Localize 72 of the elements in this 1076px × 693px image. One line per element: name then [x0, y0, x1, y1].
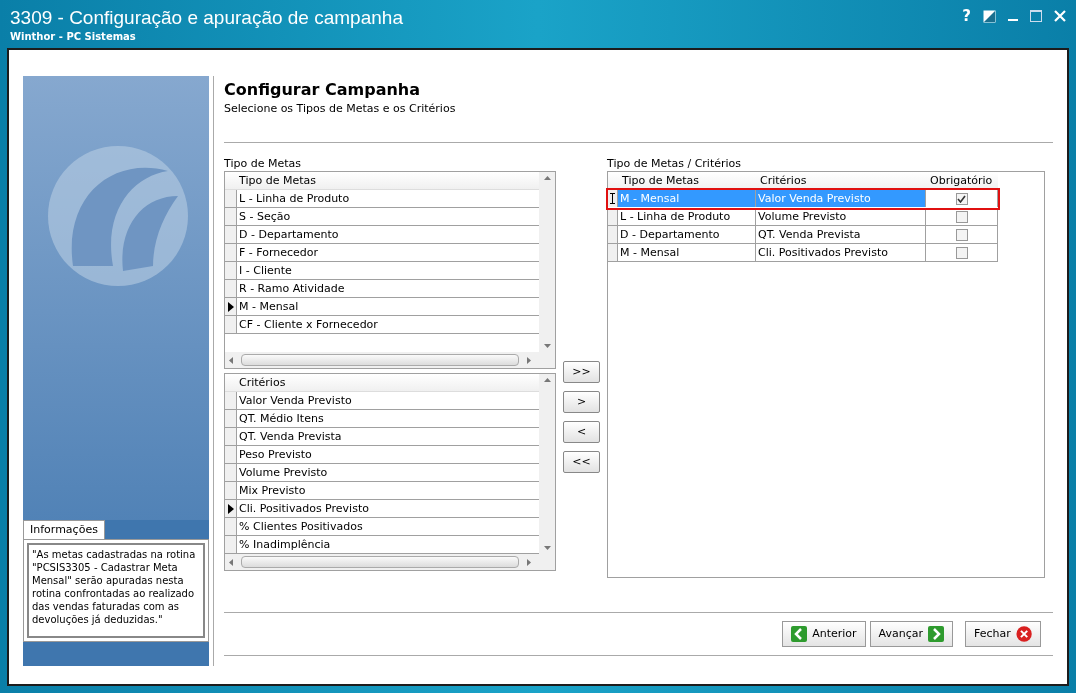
scroll-down-icon[interactable] [543, 344, 551, 348]
list-item[interactable]: QT. Médio Itens [225, 410, 539, 428]
column-header[interactable]: Critérios [237, 374, 288, 391]
section-label: Tipo de Metas [224, 157, 302, 171]
table-cell: M - Mensal [618, 244, 756, 261]
next-button[interactable]: Avançar [869, 621, 953, 647]
row-pointer-icon [227, 301, 234, 312]
scroll-down-icon[interactable] [543, 546, 551, 550]
list-item[interactable]: I - Cliente [225, 262, 539, 280]
scroll-right-icon[interactable] [527, 558, 531, 566]
list-item[interactable]: D - Departamento [225, 226, 539, 244]
scroll-up-icon[interactable] [543, 378, 551, 382]
window-title: 3309 - Configuração e apuração de campanha [10, 6, 403, 30]
move-button[interactable]: > [563, 391, 600, 413]
vertical-scrollbar[interactable] [539, 172, 555, 352]
table-row[interactable]: D - Departamento QT. Venda Prevista [608, 226, 998, 244]
section-label: Tipo de Metas / Critérios [607, 157, 742, 171]
list-item[interactable]: F - Fornecedor [225, 244, 539, 262]
list-item[interactable]: Valor Venda Previsto [225, 392, 539, 410]
table-cell: D - Departamento [618, 226, 756, 243]
close-icon[interactable] [1054, 10, 1066, 22]
info-text: "As metas cadastradas na rotina "PCSIS3305 - Cadastrar Meta Mensal" serão apuradas nesta rotina confrontadas ao realizado das vendas faturadas com as devoluções já deduzidas." [27, 543, 205, 638]
table-cell: L - Linha de Produto [618, 208, 756, 225]
list-item[interactable]: Peso Previsto [225, 446, 539, 464]
list-item[interactable]: QT. Venda Prevista [225, 428, 539, 446]
info-tab[interactable]: Informações [23, 520, 105, 539]
list-item[interactable]: M - Mensal [225, 298, 539, 316]
vertical-scrollbar[interactable] [539, 374, 555, 554]
table-row[interactable]: M - Mensal Cli. Positivados Previsto [608, 244, 998, 262]
scroll-left-icon[interactable] [229, 558, 233, 566]
close-icon [1015, 625, 1032, 643]
move-button[interactable]: < [563, 421, 600, 443]
row-header[interactable] [225, 500, 237, 517]
row-header[interactable] [225, 298, 237, 315]
help-button[interactable]: ? [962, 8, 971, 24]
list-item[interactable]: CF - Cliente x Fornecedor [225, 316, 539, 334]
contrast-icon[interactable] [983, 10, 996, 23]
window-subtitle: Winthor - PC Sistemas [10, 30, 137, 44]
table-cell: M - Mensal [618, 190, 756, 207]
row-pointer-icon [227, 503, 234, 514]
column-header[interactable]: Tipo de Metas [237, 172, 318, 189]
column-header[interactable]: Obrigatório [926, 172, 998, 190]
checkbox[interactable] [955, 192, 968, 205]
checkbox[interactable] [955, 210, 968, 223]
checkbox[interactable] [955, 228, 968, 241]
scroll-right-icon[interactable] [527, 356, 531, 364]
row-header[interactable] [608, 190, 618, 207]
back-button[interactable]: Anterior [782, 621, 866, 647]
list-item[interactable]: Cli. Positivados Previsto [225, 500, 539, 518]
scroll-left-icon[interactable] [229, 356, 233, 364]
column-header[interactable]: Tipo de Metas [618, 172, 756, 190]
close-button[interactable]: Fechar [965, 621, 1041, 647]
list-item[interactable]: Mix Previsto [225, 482, 539, 500]
list-item[interactable]: L - Linha de Produto [225, 190, 539, 208]
maximize-icon[interactable] [1030, 10, 1042, 22]
scrollbar-thumb[interactable] [241, 556, 519, 568]
horizontal-scrollbar[interactable] [225, 352, 555, 368]
list-item[interactable]: S - Seção [225, 208, 539, 226]
horizontal-scrollbar[interactable] [225, 554, 555, 570]
checkbox[interactable] [955, 246, 968, 259]
list-item[interactable]: Volume Previsto [225, 464, 539, 482]
move-button[interactable]: >> [563, 361, 600, 383]
move-button[interactable]: << [563, 451, 600, 473]
scrollbar-thumb[interactable] [241, 354, 519, 366]
page-subtitle: Selecione os Tipos de Metas e os Critérios [224, 102, 457, 116]
page-title: Configurar Campanha [224, 79, 421, 101]
list-item[interactable]: % Clientes Positivados [225, 518, 539, 536]
column-header[interactable]: Critérios [756, 172, 926, 190]
list-item[interactable]: R - Ramo Atividade [225, 280, 539, 298]
scroll-up-icon[interactable] [543, 176, 551, 180]
text-cursor-icon [610, 193, 615, 204]
table-row[interactable]: L - Linha de Produto Volume Previsto [608, 208, 998, 226]
